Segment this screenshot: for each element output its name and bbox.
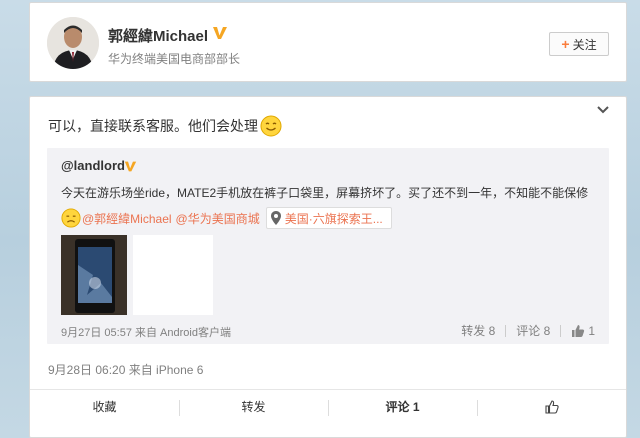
post-text: 可以，直接联系客服。他们会处理 (48, 118, 258, 134)
follow-button[interactable]: + 关注 (549, 32, 609, 56)
avatar[interactable] (47, 17, 99, 69)
repost-box: @landlord 今天在游乐场坐ride，MATE2手机放在裤子口袋里，屏幕挤… (47, 148, 609, 344)
plus-icon: + (561, 36, 570, 52)
avatar-image (47, 17, 99, 69)
comment-button[interactable]: 评论 1 (328, 390, 477, 423)
repost-comment-count[interactable]: 评论 8 (516, 322, 550, 339)
sad-emoji-icon (61, 208, 81, 228)
repost-text: 今天在游乐场坐ride，MATE2手机放在裤子口袋里，屏幕挤坏了。买了还不到一年… (61, 186, 589, 200)
divider (505, 324, 507, 337)
repost-repost-count[interactable]: 转发 8 (461, 322, 495, 339)
post-text-row: 可以，直接联系客服。他们会处理 (48, 115, 282, 137)
repost-actions: 转发 8 评论 8 1 (461, 322, 595, 339)
verified-icon (124, 161, 137, 172)
profile-card: 郭經緯Michael 华为终端美国电商部部长 + 关注 (29, 2, 627, 82)
smile-emoji-icon (260, 115, 282, 137)
repost-username[interactable]: @landlord (61, 158, 125, 173)
location-label: 美国·六旗探索王... (284, 211, 383, 226)
mention-link[interactable]: @华为美国商城 (176, 210, 260, 227)
repost-timestamp[interactable]: 9月27日 05:57 来自 Android客户端 (61, 324, 231, 340)
favorite-label: 收藏 (92, 400, 117, 414)
mention-link[interactable]: @郭經緯Michael (82, 210, 172, 227)
like-icon (544, 399, 559, 414)
divider (560, 324, 562, 337)
like-icon[interactable] (571, 324, 585, 338)
repost-button[interactable]: 转发 (179, 390, 328, 423)
repost-mentions-row: @郭經緯Michael @华为美国商城 美国·六旗探索王... (61, 207, 392, 229)
profile-name[interactable]: 郭經緯Michael (108, 25, 208, 46)
post-card: 可以，直接联系客服。他们会处理 @landlord 今天在游乐场坐ride，MA… (29, 96, 627, 438)
photo-thumbnail-blank[interactable] (133, 235, 213, 315)
chevron-down-icon[interactable] (596, 105, 610, 115)
repost-label: 转发 (241, 400, 266, 414)
location-pin-icon (270, 211, 281, 225)
favorite-button[interactable]: 收藏 (30, 390, 179, 423)
location-tag[interactable]: 美国·六旗探索王... (265, 207, 392, 229)
like-button[interactable] (477, 390, 626, 423)
verified-icon (213, 27, 227, 39)
photo-thumbnail[interactable] (61, 235, 127, 315)
phone-photo-image (61, 235, 127, 315)
profile-title: 华为终端美国电商部部长 (108, 52, 241, 66)
post-timestamp[interactable]: 9月28日 06:20 来自 iPhone 6 (48, 361, 203, 378)
follow-label: 关注 (572, 37, 597, 52)
action-bar: 收藏 转发 评论 1 (30, 389, 626, 423)
comment-label: 评论 1 (385, 400, 420, 414)
repost-like-count[interactable]: 1 (588, 324, 595, 338)
